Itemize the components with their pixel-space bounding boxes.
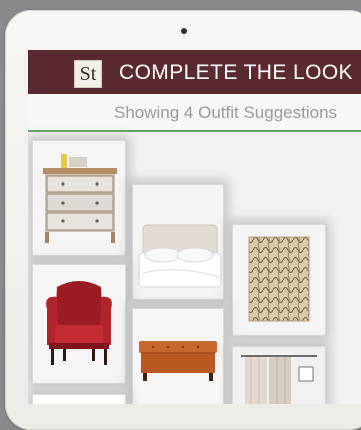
armchair-image	[33, 265, 125, 383]
front-camera	[181, 28, 187, 34]
product-card-bed[interactable]	[132, 184, 224, 300]
app-logo[interactable]: St	[74, 60, 102, 88]
suggestions-bar: Showing 4 Outfit Suggestions	[28, 94, 361, 132]
product-card-bench[interactable]	[132, 308, 224, 404]
product-card-armchair[interactable]	[32, 264, 126, 384]
product-card-partial[interactable]	[32, 394, 126, 404]
rug-image	[233, 225, 325, 335]
app-header: St COMPLETE THE LOOK	[28, 50, 361, 94]
bench-image	[133, 309, 223, 404]
suggestions-count-text: Showing 4 Outfit Suggestions	[114, 103, 338, 122]
app-screen: St COMPLETE THE LOOK Showing 4 Outfit Su…	[28, 50, 361, 404]
product-card-dresser[interactable]	[32, 140, 126, 256]
product-card-rug[interactable]	[232, 224, 326, 336]
dresser-image	[33, 141, 125, 255]
product-card-curtains[interactable]	[232, 346, 326, 404]
page-title: COMPLETE THE LOOK	[119, 61, 353, 84]
bed-image	[133, 185, 223, 299]
product-grid	[28, 132, 361, 404]
curtains-image	[233, 347, 325, 404]
